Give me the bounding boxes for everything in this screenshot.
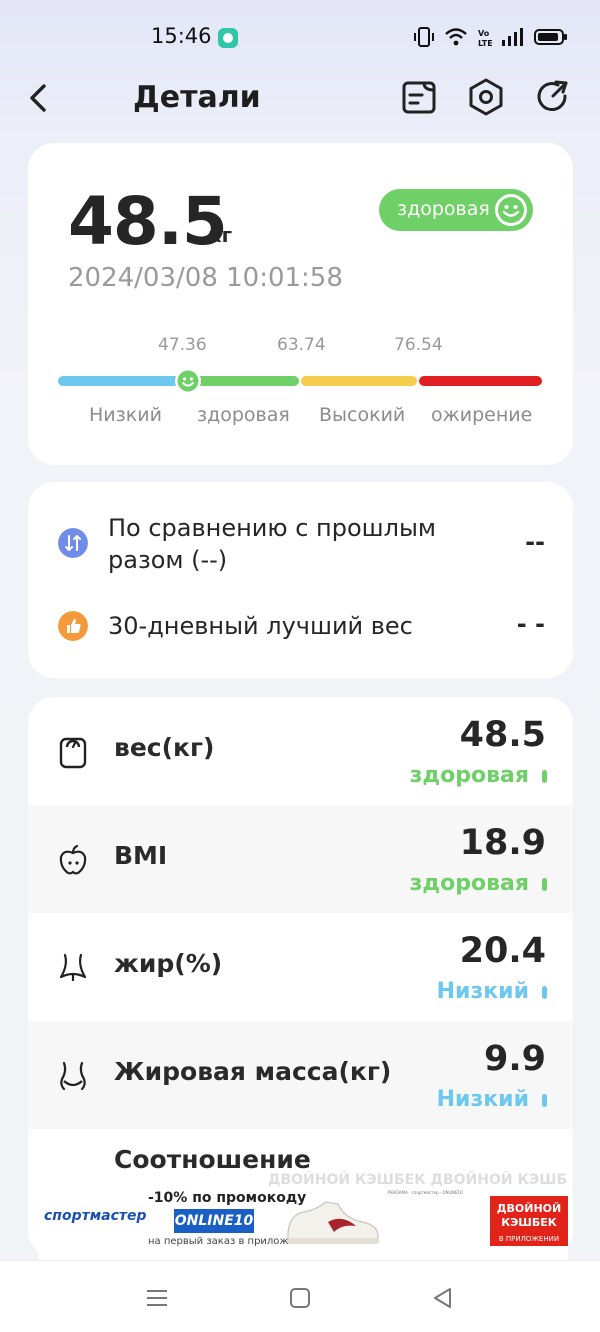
metric-status: Низкий: [436, 1087, 529, 1112]
ad-badge-main: ДВОЙНОЙ КЭШБЕК: [496, 1202, 562, 1229]
range-label-low: Низкий: [89, 404, 162, 426]
metric-label: Жировая масса(кг): [114, 1057, 392, 1086]
svg-text:Vo: Vo: [478, 29, 490, 38]
share-icon[interactable]: [532, 76, 574, 118]
settings-hex-icon[interactable]: [465, 76, 507, 118]
weight-unit: кг: [208, 223, 233, 247]
compare-label: По сравнению с прошлым разом (--): [108, 512, 436, 576]
status-bar: 15:46 Vo LTE: [0, 0, 600, 78]
metric-status: Низкий: [436, 979, 529, 1004]
system-nav-bar: [0, 1260, 600, 1332]
metric-row-fat-percent[interactable]: жир(%) 20.4 Низкий: [28, 913, 573, 1021]
ad-banner[interactable]: ДВОЙНОЙ КЭШБЕК ДВОЙНОЙ КЭШБЕК спортмасте…: [38, 1170, 568, 1260]
wifi-icon: [445, 28, 467, 46]
metric-label: жир(%): [114, 949, 223, 978]
smile-icon: [495, 194, 527, 226]
volte-icon: VoLTE: [478, 29, 492, 47]
page-title: Детали: [133, 80, 261, 115]
metric-row-bmi[interactable]: BMI 18.9 здоровая: [28, 805, 573, 913]
metric-value: 20.4: [459, 931, 546, 971]
ad-ghost-text: ДВОЙНОЙ КЭШБЕК ДВОЙНОЙ КЭШБЕК: [268, 1172, 568, 1188]
ad-cashback-badge: ДВОЙНОЙ КЭШБЕК В ПРИЛОЖЕНИИ: [490, 1196, 568, 1246]
compare-label-line1: По сравнению с прошлым: [108, 514, 437, 542]
compare-value: --: [525, 528, 545, 556]
status-icons: Vo LTE: [414, 26, 568, 48]
metric-value: 18.9: [459, 823, 546, 863]
metric-status-indicator: [542, 986, 547, 999]
compare-label-line2: разом (--): [108, 546, 228, 574]
metric-status-indicator: [542, 1094, 547, 1107]
metric-label: вес(кг): [114, 733, 215, 762]
metric-status: здоровая: [409, 871, 529, 896]
metric-row-fat-mass[interactable]: Жировая масса(кг) 9.9 Низкий: [28, 1021, 573, 1129]
signal-icon: [502, 28, 523, 46]
best-weight-label: 30-дневный лучший вес: [108, 612, 413, 640]
back-triangle-icon[interactable]: [430, 1285, 456, 1311]
comparison-card: По сравнению с прошлым разом (--) -- 30-…: [28, 482, 573, 678]
svg-text:LTE: LTE: [478, 39, 492, 47]
range-marker-icon: [175, 368, 201, 394]
scale-icon: [59, 737, 87, 769]
status-time: 15:46: [151, 24, 212, 48]
threshold-low: 47.36: [158, 335, 207, 355]
notification-icon: [218, 28, 238, 48]
range-label-healthy: здоровая: [197, 404, 290, 426]
metric-status: здоровая: [409, 763, 529, 788]
battery-icon: [534, 29, 567, 45]
threshold-high: 76.54: [394, 335, 443, 355]
status-badge: здоровая: [379, 189, 533, 231]
metric-value: 48.5: [459, 715, 546, 755]
metric-status-indicator: [542, 770, 547, 783]
range-bar-high: [301, 376, 417, 386]
vibrate-icon: [414, 27, 434, 47]
back-arrow-icon[interactable]: [20, 78, 60, 118]
waist-icon: [59, 953, 87, 981]
metric-label: BMI: [114, 841, 168, 870]
measurement-datetime: 2024/03/08 10:01:58: [68, 263, 343, 293]
range-bar-obese: [419, 376, 542, 386]
ad-promo-code: ONLINE10: [174, 1209, 254, 1233]
threshold-healthy: 63.74: [277, 335, 326, 355]
range-bar-low: [58, 376, 188, 386]
compare-icon: [58, 528, 88, 558]
home-square-icon[interactable]: [287, 1285, 313, 1311]
header: Детали: [0, 70, 600, 130]
metric-status-indicator: [542, 878, 547, 891]
metric-value: 9.9: [483, 1039, 546, 1079]
report-icon[interactable]: [398, 76, 440, 118]
sneaker-image: [287, 1201, 379, 1244]
ad-badge-sub: В ПРИЛОЖЕНИИ: [498, 1235, 560, 1243]
apple-icon: [59, 844, 87, 875]
body-fat-icon: [60, 1061, 86, 1091]
menu-icon[interactable]: [144, 1285, 170, 1311]
metric-row-weight[interactable]: вес(кг) 48.5 здоровая: [28, 697, 573, 805]
ad-brand-logo: спортмастер: [44, 1208, 147, 1224]
range-label-high: Высокий: [319, 404, 406, 426]
range-label-obese: ожирение: [431, 404, 533, 426]
status-badge-label: здоровая: [397, 198, 490, 220]
best-weight-value: - -: [516, 610, 545, 638]
thumbs-up-icon: [58, 611, 88, 641]
weight-summary-card: 48.5 кг здоровая 2024/03/08 10:01:58 47.…: [28, 143, 573, 465]
ad-fine-print: РЕКЛАМА · спортмастер · ONLINE10: [388, 1190, 463, 1195]
weight-value: 48.5: [68, 183, 228, 260]
